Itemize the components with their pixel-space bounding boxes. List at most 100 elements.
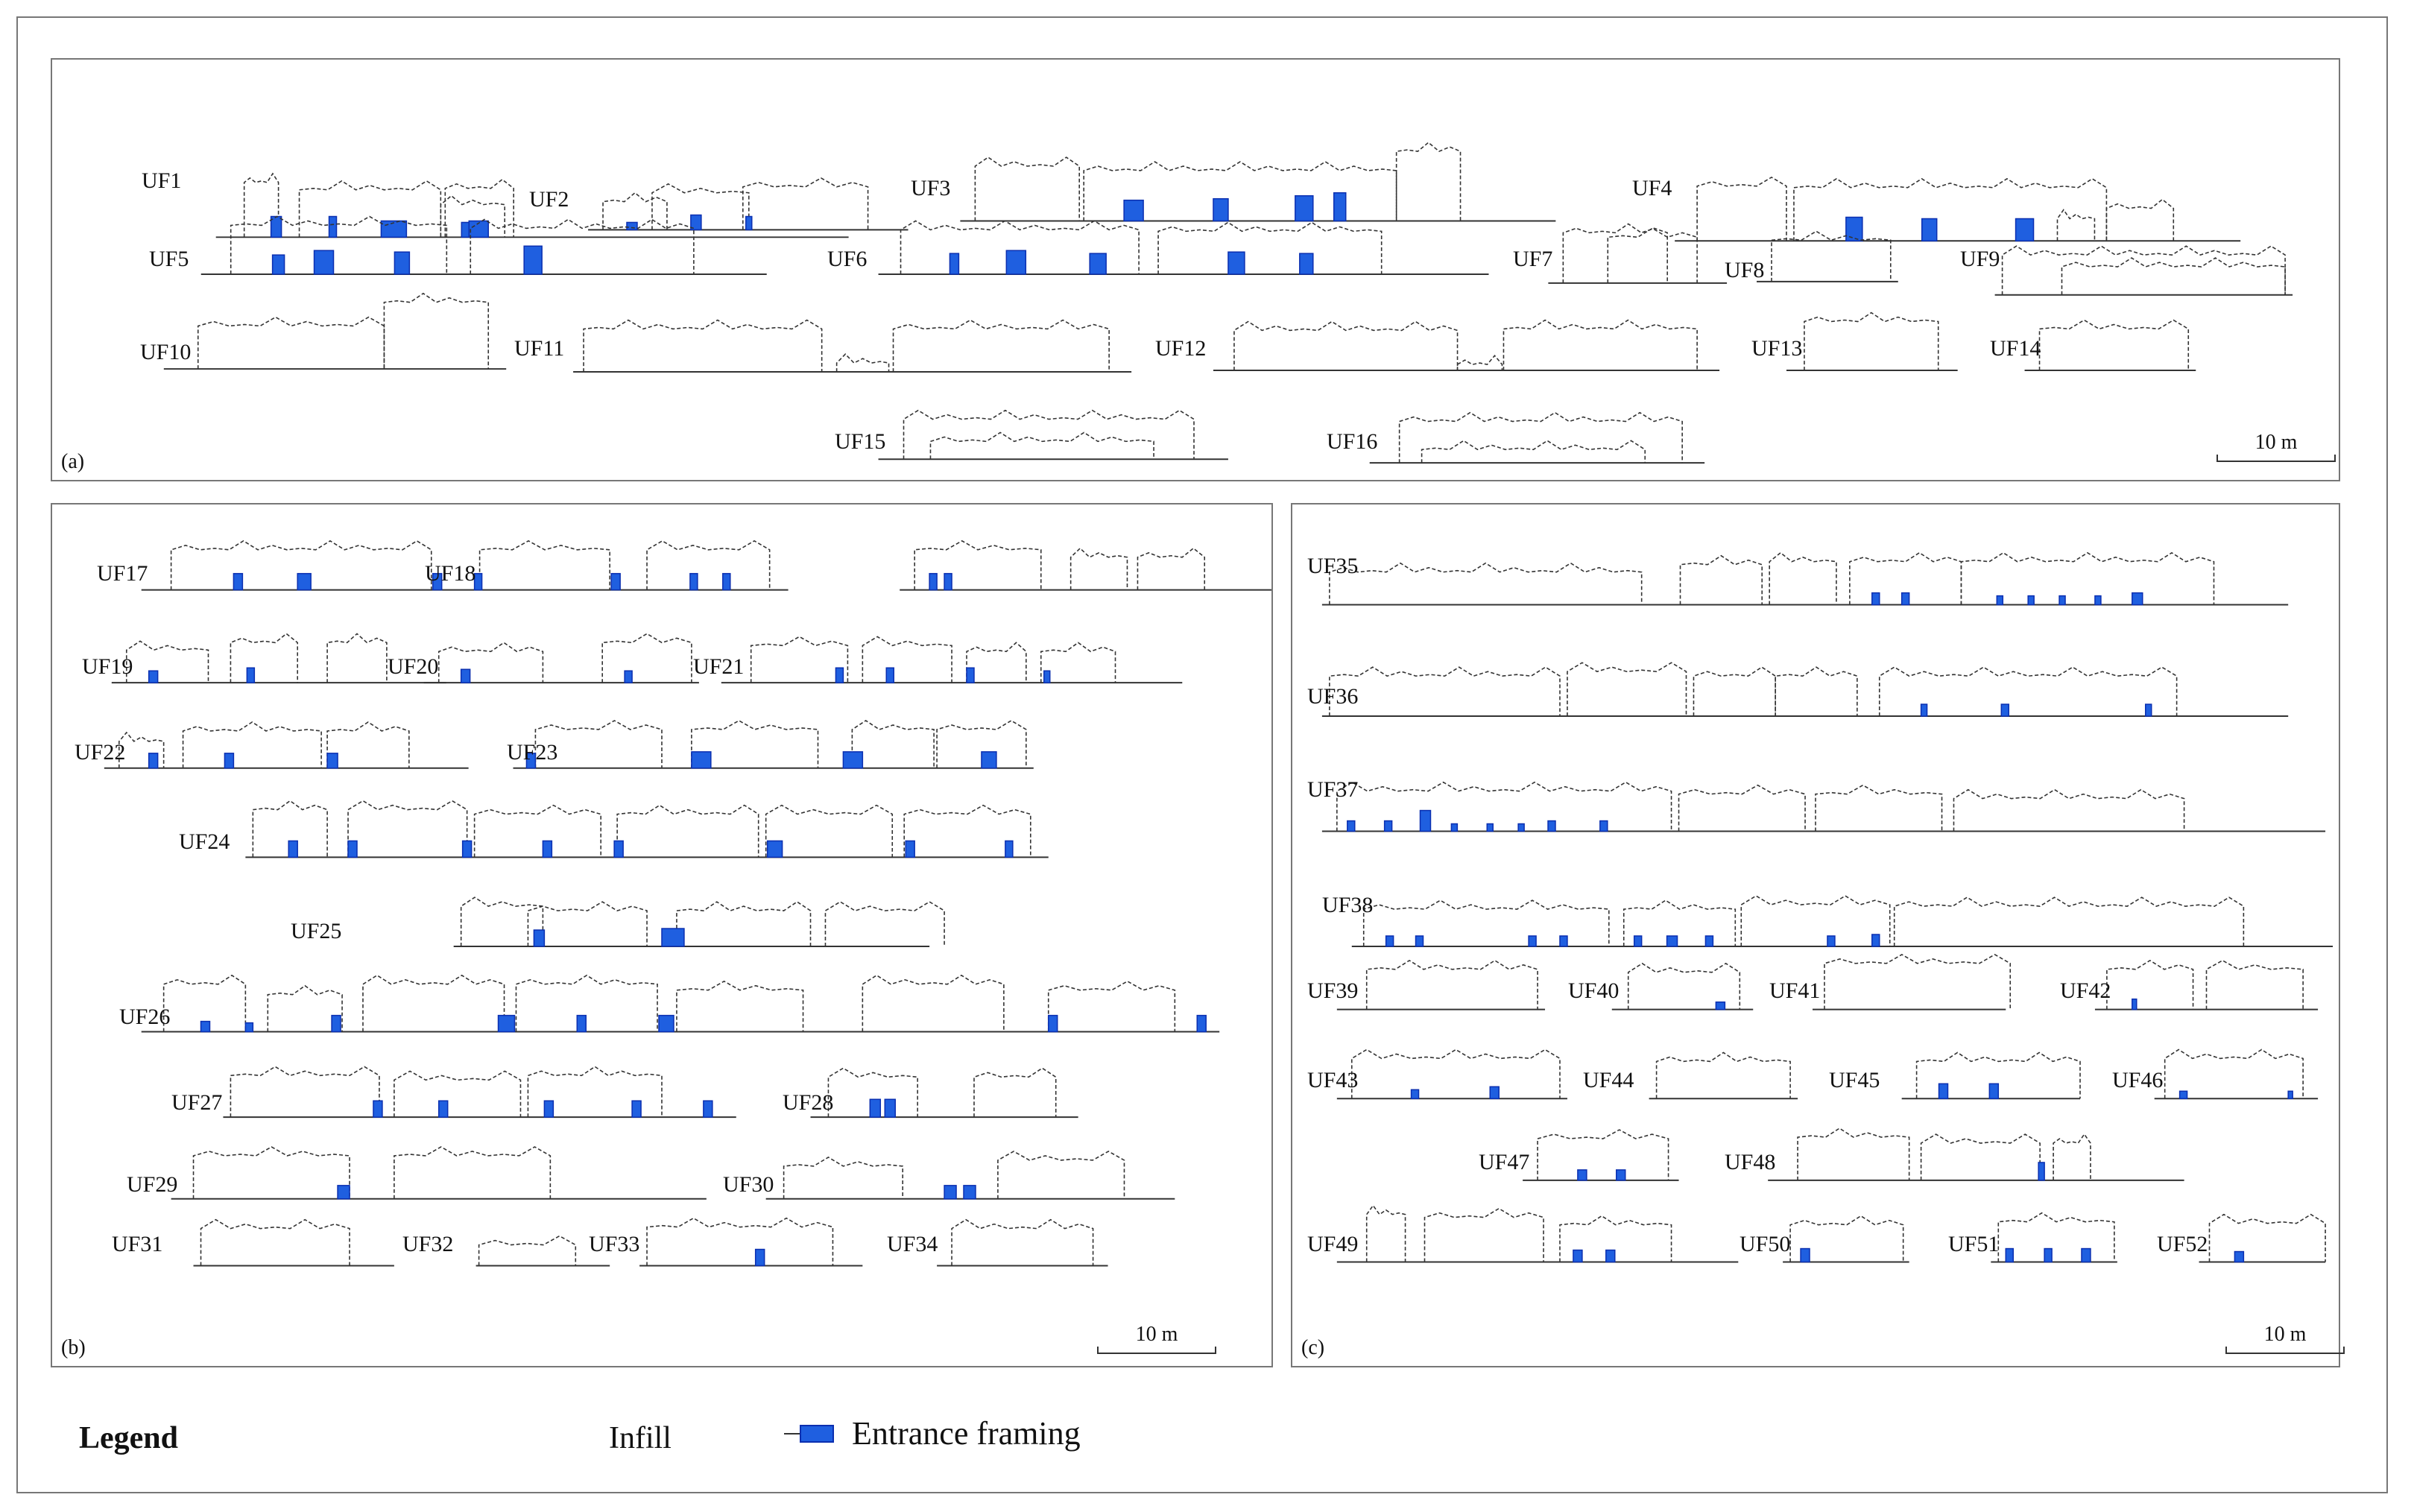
entrance-framing <box>1577 1169 1587 1181</box>
elevation-uf51 <box>1991 1212 2117 1263</box>
entrance-framing <box>885 667 894 683</box>
unit-label-uf43: UF43 <box>1307 1068 1359 1092</box>
entrance-framing <box>1385 935 1394 947</box>
unit-label-uf45: UF45 <box>1829 1068 1880 1092</box>
panel-b-elevations <box>104 540 1271 1267</box>
building-outline <box>951 1218 1094 1266</box>
entrance-framing <box>1996 595 2004 606</box>
unit-label-uf33: UF33 <box>589 1232 640 1256</box>
building-outline <box>1769 551 1837 605</box>
building-outline <box>2038 319 2190 371</box>
building-outline <box>1655 1051 1791 1099</box>
unit-label-uf15: UF15 <box>835 429 886 454</box>
entrance-framing <box>766 840 783 858</box>
building-outline <box>1775 666 1858 717</box>
building-outline <box>2061 257 2286 295</box>
panel-a: UF1 UF2 UF3 UF4 UF5 UF6 UF7 UF8 UF9 UF10 UF11 UF12 U… <box>51 58 2340 481</box>
elevation-uf9 <box>1994 245 2293 296</box>
building-outline <box>230 215 448 274</box>
entrance-framing <box>1547 820 1556 832</box>
unit-label-uf9: UF9 <box>1960 247 2000 271</box>
entrance-framing <box>347 840 358 858</box>
building-outline <box>1350 1048 1561 1099</box>
elevation-uf38 <box>1351 895 2334 947</box>
building-outline <box>1398 411 1683 464</box>
entrance-framing <box>981 751 997 769</box>
building-outline <box>973 1067 1057 1118</box>
legend-infill-label: Infill <box>609 1421 672 1455</box>
entrance-framing <box>631 1100 642 1118</box>
unit-label-uf35: UF35 <box>1307 554 1359 578</box>
entrance-framing <box>1347 820 1356 832</box>
building-outline <box>1537 1129 1669 1180</box>
unit-label-uf40: UF40 <box>1568 978 1620 1003</box>
building-outline <box>1233 320 1459 371</box>
entrance-framing <box>689 572 698 591</box>
building-outline <box>862 974 1005 1032</box>
building-outline <box>182 721 322 768</box>
elevation-uf44 <box>1649 1051 1798 1100</box>
entrance-framing <box>461 840 473 858</box>
entrance-framing <box>1528 935 1537 947</box>
building-outline <box>2105 198 2175 241</box>
entrance-framing <box>331 1014 341 1033</box>
entrance-framing <box>626 221 638 231</box>
unit-label-uf52: UF52 <box>2157 1232 2208 1256</box>
entrance-framing <box>523 245 543 275</box>
entrance-framing <box>1043 670 1051 683</box>
building-outline <box>1456 354 1503 371</box>
unit-label-uf7: UF7 <box>1513 247 1553 271</box>
unit-label-uf36: UF36 <box>1307 684 1359 709</box>
building-outline <box>1804 311 1939 371</box>
building-outline <box>1824 953 2012 1010</box>
building-outline <box>2208 1213 2326 1262</box>
entrance-framing <box>1047 1014 1058 1033</box>
building-outline <box>1793 177 2108 241</box>
elevation-uf33 <box>639 1217 863 1267</box>
entrance-framing <box>1005 250 1027 275</box>
elevation-uf43 <box>1336 1048 1567 1100</box>
building-outline <box>676 980 804 1032</box>
entrance-framing <box>1123 199 1144 222</box>
unit-label-uf23: UF23 <box>507 740 558 765</box>
unit-label-uf27: UF27 <box>171 1090 223 1115</box>
unit-label-uf1: UF1 <box>142 168 182 193</box>
unit-label-uf47: UF47 <box>1479 1150 1530 1174</box>
entrance-framing <box>288 840 298 858</box>
building-outline <box>851 720 935 768</box>
building-outline <box>394 1070 522 1118</box>
unit-label-uf18: UF18 <box>425 561 476 586</box>
unit-label-uf30: UF30 <box>723 1172 774 1197</box>
unit-label-uf8: UF8 <box>1725 258 1765 282</box>
building-outline <box>362 974 505 1032</box>
building-outline <box>676 901 812 946</box>
entrance-framing <box>1295 194 1314 222</box>
entrance-framing <box>2015 218 2035 242</box>
elevation-uf34 <box>937 1218 1108 1267</box>
building-outline <box>997 1151 1125 1199</box>
building-outline <box>470 218 695 274</box>
entrance-framing <box>944 1185 957 1200</box>
entrance-framing <box>1800 1247 1810 1263</box>
entrance-framing <box>2038 1162 2045 1181</box>
building-outline <box>1069 547 1128 590</box>
unit-label-uf44: UF44 <box>1583 1068 1634 1092</box>
unit-label-uf25: UF25 <box>291 919 342 943</box>
unit-label-uf4: UF4 <box>1632 176 1672 200</box>
entrance-framing <box>373 1100 383 1118</box>
entrance-framing <box>148 753 159 769</box>
elevation-uf3 <box>960 142 1556 222</box>
panel-c-scale-label: 10 m <box>2263 1323 2307 1346</box>
unit-label-uf12: UF12 <box>1155 336 1207 361</box>
entrance-framing <box>1715 1001 1726 1010</box>
unit-label-uf20: UF20 <box>388 654 439 679</box>
building-outline <box>298 180 442 238</box>
entrance-framing <box>754 1248 765 1267</box>
elevation-uf35 <box>1321 551 2289 606</box>
entrance-framing <box>1599 820 1608 832</box>
entrance-framing <box>1605 1249 1616 1263</box>
entrance-framing <box>1559 935 1568 947</box>
entrance-framing <box>1845 216 1863 242</box>
building-outline <box>1815 784 1943 832</box>
entrance-framing <box>658 1014 674 1033</box>
